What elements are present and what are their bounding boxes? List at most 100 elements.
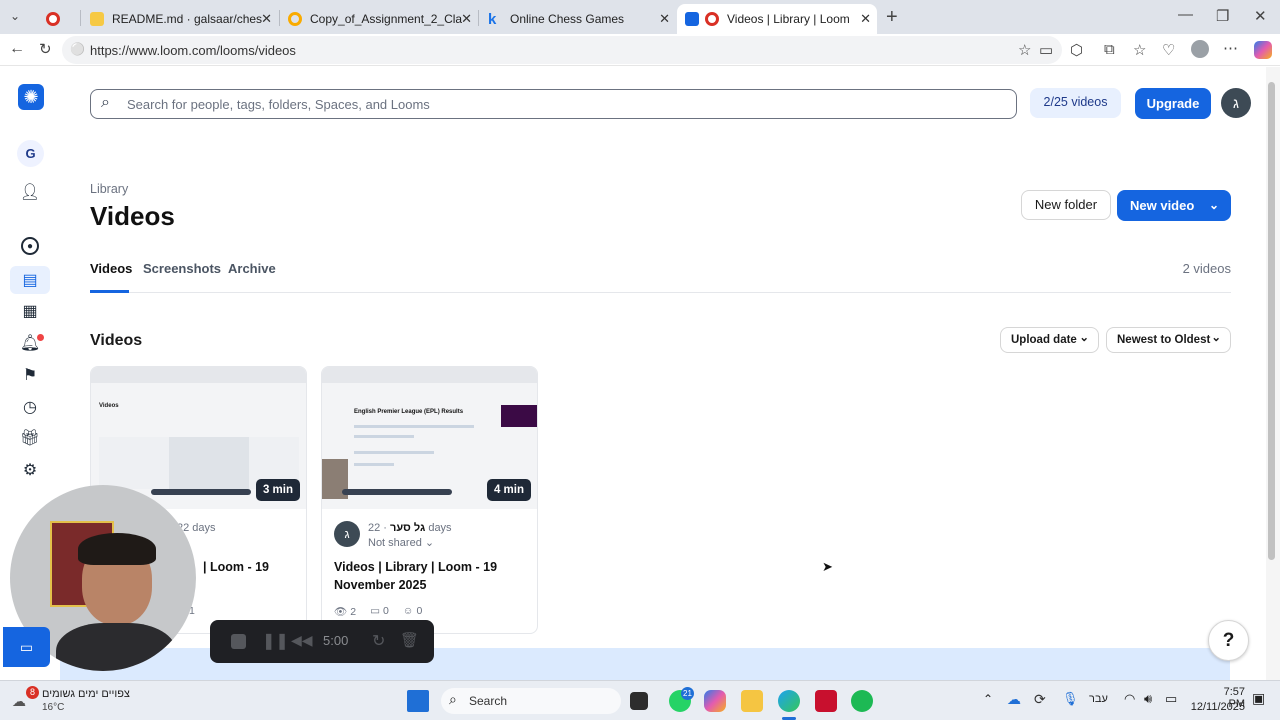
tab-screenshots[interactable]: Screenshots bbox=[143, 261, 221, 276]
personal-library-icon[interactable]: ● bbox=[21, 237, 39, 255]
close-window-icon[interactable]: ✕ bbox=[1254, 7, 1267, 25]
views-stat: 👁︎ 2 bbox=[334, 606, 357, 618]
file-explorer-icon[interactable] bbox=[741, 690, 763, 712]
loom-logo-icon[interactable]: ✺ bbox=[18, 84, 44, 110]
notifications-icon[interactable]: ▣ bbox=[1252, 690, 1265, 707]
tab-recording[interactable] bbox=[38, 4, 78, 34]
new-folder-button[interactable]: New folder bbox=[1021, 190, 1111, 220]
comments-stat: ▭ 0 bbox=[370, 605, 389, 617]
close-icon[interactable]: ✕ bbox=[261, 11, 272, 27]
battery-icon[interactable]: ▭ bbox=[1165, 691, 1177, 707]
user-avatar[interactable]: ג bbox=[1221, 88, 1251, 118]
favorite-star-icon[interactable]: ☆ bbox=[1018, 41, 1031, 59]
tab-actions-icon[interactable]: ⌄ bbox=[10, 9, 20, 23]
maximize-icon[interactable]: ❐ bbox=[1216, 7, 1229, 25]
sort-field-dropdown[interactable]: Upload date ⌄ bbox=[1000, 327, 1099, 353]
weather-badge: 8 bbox=[26, 686, 39, 699]
task-view-icon[interactable] bbox=[630, 692, 648, 710]
volume-icon[interactable]: 🔊︎ bbox=[1144, 691, 1152, 707]
video-quota-badge[interactable]: 2/25 videos bbox=[1030, 88, 1121, 118]
search-icon: ⌕ bbox=[449, 691, 457, 707]
camera-toggle-button[interactable]: ▭ bbox=[3, 627, 50, 667]
share-status[interactable]: Not shared ⌄ bbox=[368, 536, 434, 549]
colab-favicon-icon bbox=[288, 12, 302, 26]
weather-widget[interactable]: ☁ 8 צפויים ימים גשומים 16°C bbox=[12, 686, 142, 715]
sync-icon[interactable]: ⟳ bbox=[1034, 691, 1046, 708]
tab-loom[interactable]: Videos | Library | Loom ✕ bbox=[677, 4, 877, 34]
video-title[interactable]: | Loom - 19 bbox=[203, 558, 306, 576]
mcafee-icon[interactable] bbox=[815, 690, 837, 712]
tab-archive[interactable]: Archive bbox=[228, 261, 276, 276]
thumbnail-heading: Videos bbox=[99, 403, 119, 409]
browser-toolbar: ← ↻ ⚪ https://www.loom.com/looms/videos … bbox=[0, 34, 1280, 66]
back-icon[interactable]: ← bbox=[9, 40, 25, 58]
breadcrumb[interactable]: Library bbox=[90, 182, 128, 196]
github-favicon-icon bbox=[90, 12, 104, 26]
author-avatar[interactable]: ג bbox=[334, 521, 360, 547]
site-info-icon[interactable]: ⚪ bbox=[70, 42, 85, 56]
extensions-icon[interactable]: ⬡ bbox=[1070, 41, 1083, 59]
taskbar-search[interactable]: ⌕ Search bbox=[441, 688, 621, 714]
video-card[interactable]: English Premier League (EPL) Results 4 m… bbox=[321, 366, 538, 634]
workspace-avatar[interactable]: G bbox=[17, 140, 44, 167]
new-tab-icon[interactable]: + bbox=[886, 6, 898, 29]
health-icon[interactable]: ♡ bbox=[1162, 41, 1175, 59]
videos-library-icon[interactable]: ▤ bbox=[19, 269, 41, 291]
new-video-button[interactable]: New video ⌄ bbox=[1117, 190, 1231, 221]
calendar-icon[interactable]: ▦ bbox=[19, 300, 41, 322]
weather-text: צפויים ימים גשומים bbox=[42, 688, 130, 700]
wifi-icon[interactable]: ◠ bbox=[1124, 691, 1135, 707]
invite-user-icon[interactable]: 👤︎ bbox=[19, 181, 41, 203]
upgrade-button[interactable]: Upgrade bbox=[1135, 88, 1211, 119]
tab-chess[interactable]: k Online Chess Games ✕ bbox=[480, 4, 676, 34]
video-thumbnail[interactable]: English Premier League (EPL) Results 4 m… bbox=[322, 367, 537, 509]
pause-icon[interactable]: ❚❚ bbox=[262, 631, 289, 651]
address-bar[interactable]: ⚪ https://www.loom.com/looms/videos bbox=[62, 36, 1062, 64]
settings-gear-icon[interactable]: ⚙ bbox=[19, 459, 41, 481]
rewind-icon[interactable]: ◀◀ bbox=[291, 632, 313, 649]
refresh-icon[interactable]: ↻ bbox=[39, 40, 52, 58]
spotify-icon[interactable] bbox=[851, 690, 873, 712]
sort-order-dropdown[interactable]: Newest to Oldest ⌄ bbox=[1106, 327, 1231, 353]
video-camera-icon: ▭ bbox=[19, 639, 34, 655]
author-name[interactable]: גל סער bbox=[390, 522, 425, 534]
trash-icon[interactable]: 🗑︎ bbox=[400, 631, 419, 649]
split-screen-icon[interactable]: ⧉ bbox=[1104, 41, 1115, 58]
whatsapp-badge: 21 bbox=[681, 687, 694, 700]
close-icon[interactable]: ✕ bbox=[659, 11, 670, 27]
camera-icon[interactable]: ▭ bbox=[1039, 41, 1053, 59]
tab-videos[interactable]: Videos bbox=[90, 261, 132, 276]
help-button[interactable]: ? bbox=[1208, 620, 1249, 661]
chevron-down-icon: ⌄ bbox=[424, 537, 435, 549]
close-icon[interactable]: ✕ bbox=[860, 11, 871, 27]
tray-overflow-icon[interactable]: ⌃ bbox=[983, 692, 993, 706]
copilot-icon[interactable] bbox=[1254, 41, 1272, 59]
clock-date[interactable]: 12/11/2025 bbox=[1190, 701, 1245, 713]
restart-icon[interactable]: ↻ bbox=[372, 631, 385, 651]
start-windows-icon[interactable] bbox=[407, 690, 429, 712]
scrollbar-thumb[interactable] bbox=[1268, 82, 1275, 560]
onedrive-icon[interactable]: ☁ bbox=[1007, 691, 1021, 708]
gift-icon[interactable]: 🎁︎ bbox=[19, 427, 41, 449]
microphone-icon[interactable]: 🎙︎ bbox=[1062, 691, 1079, 707]
smiley-icon: ☺ bbox=[402, 605, 414, 617]
minimize-icon[interactable]: — bbox=[1178, 6, 1193, 23]
history-clock-icon[interactable]: ◷ bbox=[19, 396, 41, 418]
language-indicator[interactable]: עבר bbox=[1089, 693, 1108, 705]
browser-tab-bar: ⌄ README.md · galsaar/chess-game ✕ Copy_… bbox=[0, 0, 1280, 34]
search-input[interactable]: ⌕ Search for people, tags, folders, Spac… bbox=[90, 89, 1017, 119]
tab-colab[interactable]: Copy_of_Assignment_2_Classificati ✕ bbox=[280, 4, 478, 34]
video-title[interactable]: Videos | Library | Loom - 19 November 20… bbox=[334, 558, 529, 594]
edge-browser-icon[interactable] bbox=[778, 690, 800, 712]
bookmark-icon[interactable]: ⚑ bbox=[19, 364, 41, 386]
mouse-cursor-icon: ➤ bbox=[822, 559, 833, 574]
profile-icon[interactable] bbox=[1191, 40, 1209, 58]
active-tab-indicator bbox=[90, 290, 129, 293]
close-icon[interactable]: ✕ bbox=[461, 11, 472, 27]
tab-readme[interactable]: README.md · galsaar/chess-game ✕ bbox=[82, 4, 278, 34]
stop-icon[interactable] bbox=[231, 634, 246, 649]
duration-badge: 4 min bbox=[486, 479, 531, 501]
copilot-app-icon[interactable] bbox=[704, 690, 726, 712]
favorites-icon[interactable]: ☆ bbox=[1133, 41, 1146, 59]
more-icon[interactable]: ⋯ bbox=[1223, 39, 1238, 57]
